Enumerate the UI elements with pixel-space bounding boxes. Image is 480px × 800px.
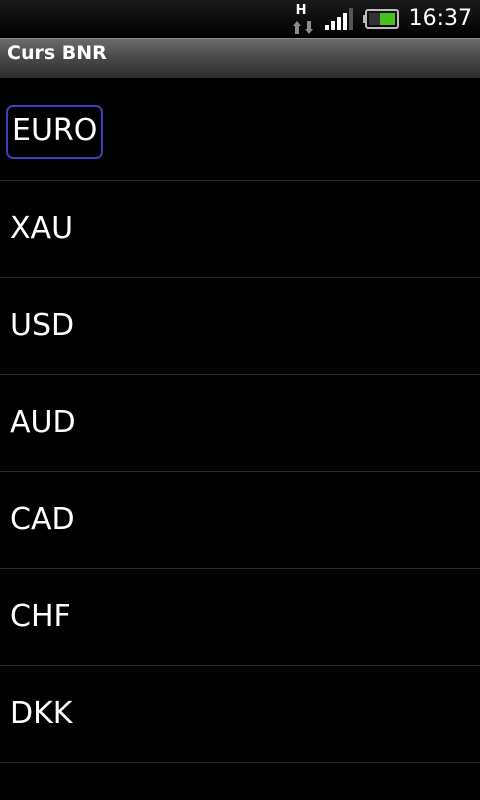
data-updown-icon: H [291, 3, 315, 35]
status-bar: H 16:37 [0, 0, 480, 38]
currency-row-xau[interactable]: XAU [0, 181, 480, 278]
currency-label: CAD [10, 502, 75, 537]
title-bar: Curs BNR [0, 38, 480, 78]
currency-row-chf[interactable]: CHF [0, 569, 480, 666]
currency-list: EURO XAU USD AUD CAD CHF DKK [0, 84, 480, 763]
status-clock: 16:37 [408, 6, 472, 31]
app-title: Curs BNR [7, 42, 107, 64]
currency-label: USD [10, 308, 75, 343]
currency-label: XAU [10, 211, 74, 246]
status-icons: H 16:37 [291, 0, 472, 38]
signal-strength-icon [324, 8, 353, 30]
currency-label: CHF [10, 599, 71, 634]
currency-label: DKK [10, 696, 73, 731]
currency-row-cad[interactable]: CAD [0, 472, 480, 569]
currency-row-euro[interactable]: EURO [0, 84, 480, 181]
currency-label: AUD [10, 405, 76, 440]
battery-icon [362, 9, 399, 29]
currency-label: EURO [6, 105, 104, 159]
currency-row-dkk[interactable]: DKK [0, 666, 480, 763]
currency-row-aud[interactable]: AUD [0, 375, 480, 472]
currency-row-usd[interactable]: USD [0, 278, 480, 375]
